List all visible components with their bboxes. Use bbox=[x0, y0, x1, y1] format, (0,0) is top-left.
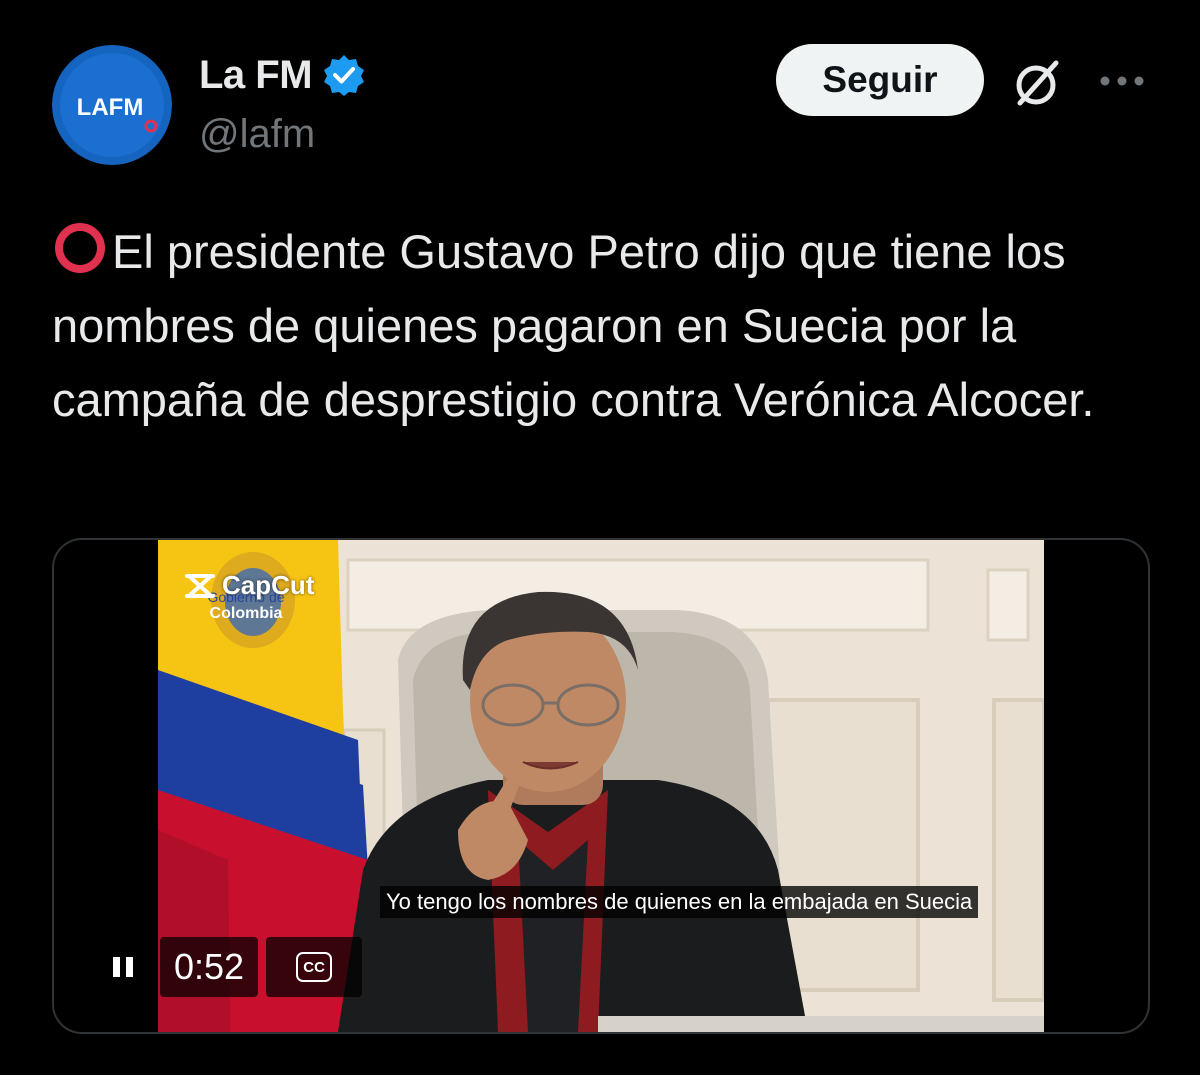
pause-icon bbox=[113, 957, 133, 977]
video-caption: Yo tengo los nombres de quienes en la em… bbox=[380, 886, 979, 918]
capcut-watermark-text: CapCut bbox=[222, 570, 315, 600]
author-name-row[interactable]: La FM bbox=[199, 52, 366, 98]
author-handle[interactable]: @lafm bbox=[199, 110, 315, 158]
pause-button[interactable] bbox=[98, 942, 148, 992]
more-options-icon[interactable] bbox=[1096, 66, 1148, 96]
grok-icon[interactable] bbox=[1010, 55, 1066, 111]
video-controls: 0:52 CC bbox=[98, 936, 363, 998]
author-display-name[interactable]: La FM bbox=[199, 52, 313, 98]
captions-button[interactable]: CC bbox=[266, 937, 363, 997]
avatar[interactable]: LAFM bbox=[52, 45, 172, 165]
video-player[interactable]: Gobierno de Colombia CapCut Yo tengo los… bbox=[52, 538, 1150, 1034]
red-circle-icon bbox=[52, 220, 108, 276]
video-time: 0:52 bbox=[160, 937, 259, 997]
cc-icon: CC bbox=[296, 952, 333, 982]
tweet-body: El presidente Gustavo Petro dijo que tie… bbox=[52, 225, 1095, 426]
verified-badge-icon bbox=[322, 53, 366, 97]
video-emblem-line2: Colombia bbox=[210, 605, 283, 622]
avatar-logo-text: LAFM bbox=[77, 94, 144, 121]
capcut-watermark: CapCut bbox=[184, 570, 314, 601]
follow-button[interactable]: Seguir bbox=[776, 44, 984, 116]
capcut-logo-icon bbox=[184, 573, 216, 599]
tweet-text: El presidente Gustavo Petro dijo que tie… bbox=[52, 215, 1162, 437]
